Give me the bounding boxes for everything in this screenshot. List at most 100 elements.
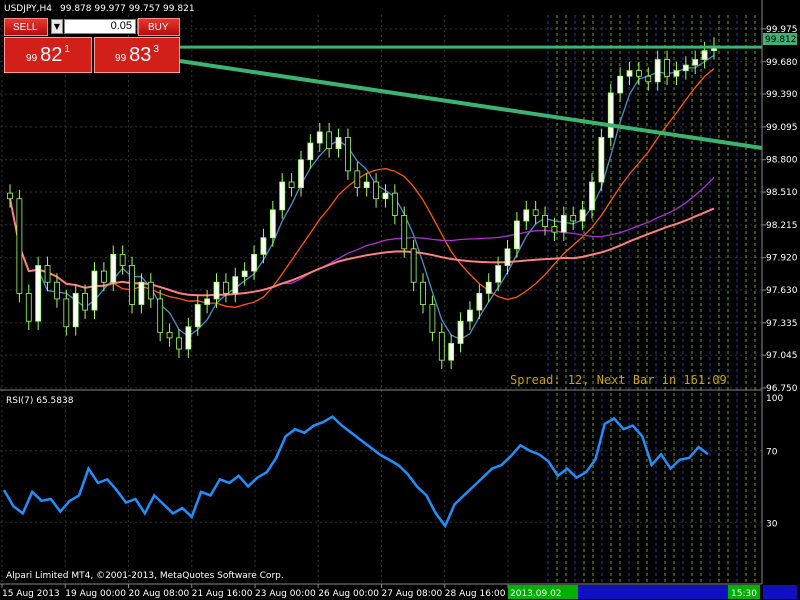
candle-body (664, 59, 670, 77)
candle-body (626, 70, 633, 77)
rsi-tick-label: 100 (766, 394, 783, 404)
date-badge-text: 2013.09.02 (510, 589, 562, 599)
candle-body (316, 131, 323, 144)
price-tick-label: 97.335 (766, 319, 798, 329)
time-tick-label: 21 Aug 16:00 (192, 589, 253, 599)
candle-body (129, 265, 135, 305)
candle-body (213, 281, 220, 300)
candle-body (363, 181, 370, 188)
candle-body (232, 276, 239, 294)
time-tick-label: 19 Aug 00:00 (65, 589, 126, 599)
candle-body (467, 309, 473, 322)
candle-body (560, 215, 567, 233)
spread-label: Spread: 12, Next Bar in 161:09 (510, 373, 727, 387)
rsi-tick-label: 30 (766, 519, 778, 529)
candle-body (692, 59, 699, 66)
buy-button[interactable]: BUY (138, 18, 180, 36)
candle-body (636, 70, 642, 77)
candle-body (82, 292, 88, 311)
lot-down-arrow[interactable]: ▼ (51, 19, 63, 34)
candle-body (654, 59, 661, 83)
candle-body (119, 253, 126, 266)
candle-body (269, 209, 276, 239)
candle-body (532, 209, 539, 216)
candle-body (354, 170, 361, 188)
candle-body (438, 331, 445, 361)
candle-body (54, 281, 60, 300)
price-tick-label: 97.920 (766, 254, 798, 264)
price-tick-label: 99.390 (766, 90, 798, 100)
price-tick-label: 99.680 (766, 58, 798, 68)
time-tick-label: 20 Aug 08:00 (129, 589, 190, 599)
buy-quote[interactable]: 99 83 3 (94, 37, 180, 73)
rsi-tick-label: 70 (766, 448, 778, 458)
current-price-tag-text: 99.812 (765, 35, 797, 45)
candle-body (44, 265, 51, 283)
candle-body (307, 142, 314, 161)
sell-price-prefix: 99 (26, 53, 38, 64)
time-tick-label: 27 Aug 08:00 (382, 589, 443, 599)
candle-body (420, 281, 426, 305)
time-badge-text: 15:30 (731, 589, 757, 599)
candle-body (157, 298, 164, 333)
sell-price-pip: 1 (64, 44, 70, 55)
candle-body (72, 292, 79, 328)
price-tick-label: 96.750 (766, 384, 798, 394)
buy-label: BUY (148, 22, 169, 33)
candle-body (701, 50, 708, 60)
price-tick-label: 98.215 (766, 221, 798, 231)
candle-body (241, 270, 248, 278)
candle-body (251, 253, 257, 272)
candle-body (598, 137, 605, 183)
price-chart[interactable]: 99.97599.68099.39099.09598.80098.51098.2… (0, 0, 800, 600)
candle-body (645, 75, 652, 83)
sell-quote[interactable]: 99 82 1 (4, 37, 92, 73)
candle-body (485, 281, 492, 294)
price-tick-label: 97.045 (766, 351, 798, 361)
candle-body (429, 304, 436, 333)
candle-body (513, 220, 520, 250)
candle-body (63, 298, 70, 328)
candle-body (260, 237, 267, 255)
price-tick-label: 99.095 (766, 123, 798, 133)
candle-body (589, 181, 595, 211)
candle-body (617, 75, 624, 94)
buy-price-main: 83 (129, 44, 152, 66)
copyright-label: Alpari Limited MT4, ©2001-2013, MetaQuot… (6, 571, 284, 581)
candle-body (373, 181, 379, 200)
buy-price-prefix: 99 (115, 53, 127, 64)
sell-button[interactable]: SELL (4, 18, 48, 36)
candle-body (166, 331, 173, 339)
buy-price-pip: 3 (153, 44, 159, 55)
price-tick-label: 97.630 (766, 286, 798, 296)
lot-size-input[interactable]: 0.05 (64, 19, 136, 34)
candle-body (16, 198, 23, 294)
candle-body (673, 70, 680, 77)
candle-body (579, 209, 586, 222)
candle-body (391, 192, 398, 216)
time-tick-label: 28 Aug 16:00 (445, 589, 506, 599)
price-tick-label: 98.510 (766, 188, 798, 198)
candle-body (476, 292, 483, 311)
time-tick-label: 26 Aug 00:00 (318, 589, 379, 599)
candle-body (570, 215, 577, 222)
candle-body (185, 326, 192, 350)
candle-body (7, 192, 13, 200)
candle-body (495, 265, 502, 283)
sell-price-main: 82 (40, 44, 63, 66)
candle-body (298, 159, 304, 188)
candle-body (326, 131, 333, 150)
candle-body (204, 298, 211, 305)
candle-body (345, 137, 351, 172)
ohlc-label: 99.878 99.977 99.757 99.821 (60, 4, 195, 14)
axis-corner-badge (763, 585, 797, 599)
candle-body (222, 281, 229, 294)
candle-body (288, 181, 295, 188)
price-tick-label: 98.800 (766, 156, 798, 166)
rsi-label: RSI(7) 65.5838 (6, 396, 74, 406)
candle-body (194, 304, 201, 328)
candle-body (110, 253, 117, 283)
candle-body (410, 248, 417, 283)
time-tick-label: 23 Aug 00:00 (255, 589, 316, 599)
candle-body (401, 215, 408, 250)
